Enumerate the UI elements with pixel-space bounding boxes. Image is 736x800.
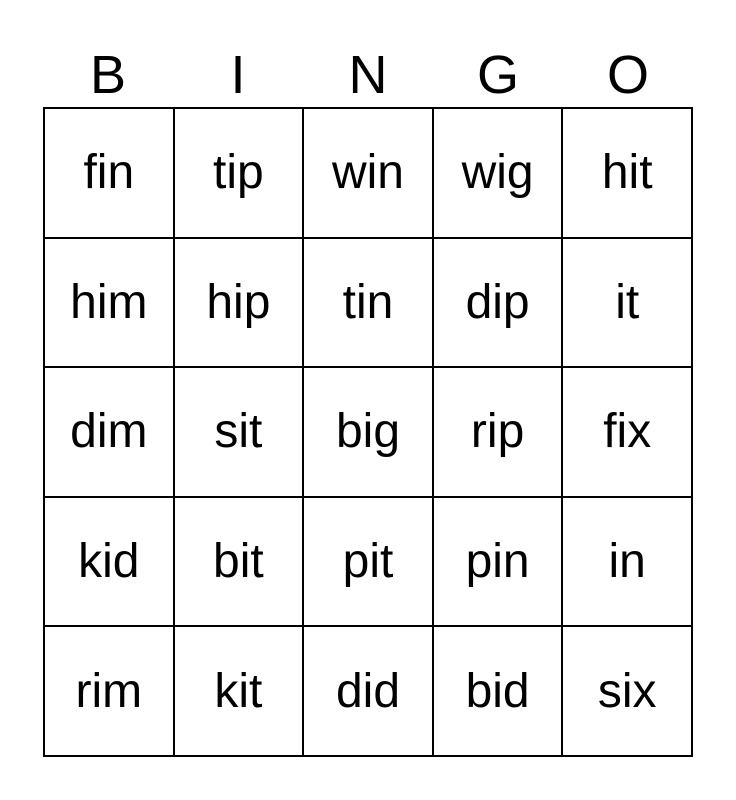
bingo-cell: rip: [432, 367, 563, 497]
bingo-cell: him: [44, 237, 174, 368]
bingo-cell: pin: [432, 496, 563, 627]
bingo-cell: hip: [173, 237, 304, 368]
header-letter-g: G: [476, 45, 519, 105]
bingo-cell: kid: [44, 496, 174, 627]
bingo-cell: tip: [173, 108, 304, 238]
bingo-cell: dim: [44, 367, 174, 497]
bingo-cell: sit: [173, 367, 304, 497]
bingo-cell: fix: [562, 367, 692, 497]
bingo-header: B I N G O: [43, 44, 693, 106]
bingo-cell: tin: [303, 237, 433, 368]
bingo-cell: did: [303, 626, 433, 756]
bingo-cell: dip: [432, 237, 563, 368]
bingo-cell: wig: [432, 108, 563, 238]
bingo-grid: fin tip win wig hit him hip tin dip it dim sit big ri…: [43, 107, 693, 757]
bingo-cell: bit: [173, 496, 304, 627]
bingo-cell: pit: [303, 496, 433, 627]
bingo-cell: win: [303, 108, 433, 238]
bingo-cell: rim: [44, 626, 174, 756]
bingo-cell: it: [562, 237, 692, 368]
bingo-cell: fin: [44, 108, 174, 238]
header-letter-n: N: [348, 45, 388, 105]
bingo-cell: in: [562, 496, 692, 627]
bingo-cell: big: [303, 367, 433, 497]
bingo-cell: six: [562, 626, 692, 756]
bingo-cell: bid: [432, 626, 563, 756]
header-letter-b: B: [89, 45, 127, 105]
bingo-cell: kit: [173, 626, 304, 756]
header-letter-o: O: [606, 45, 649, 105]
bingo-cell: hit: [562, 108, 692, 238]
header-letter-i: I: [230, 45, 246, 105]
